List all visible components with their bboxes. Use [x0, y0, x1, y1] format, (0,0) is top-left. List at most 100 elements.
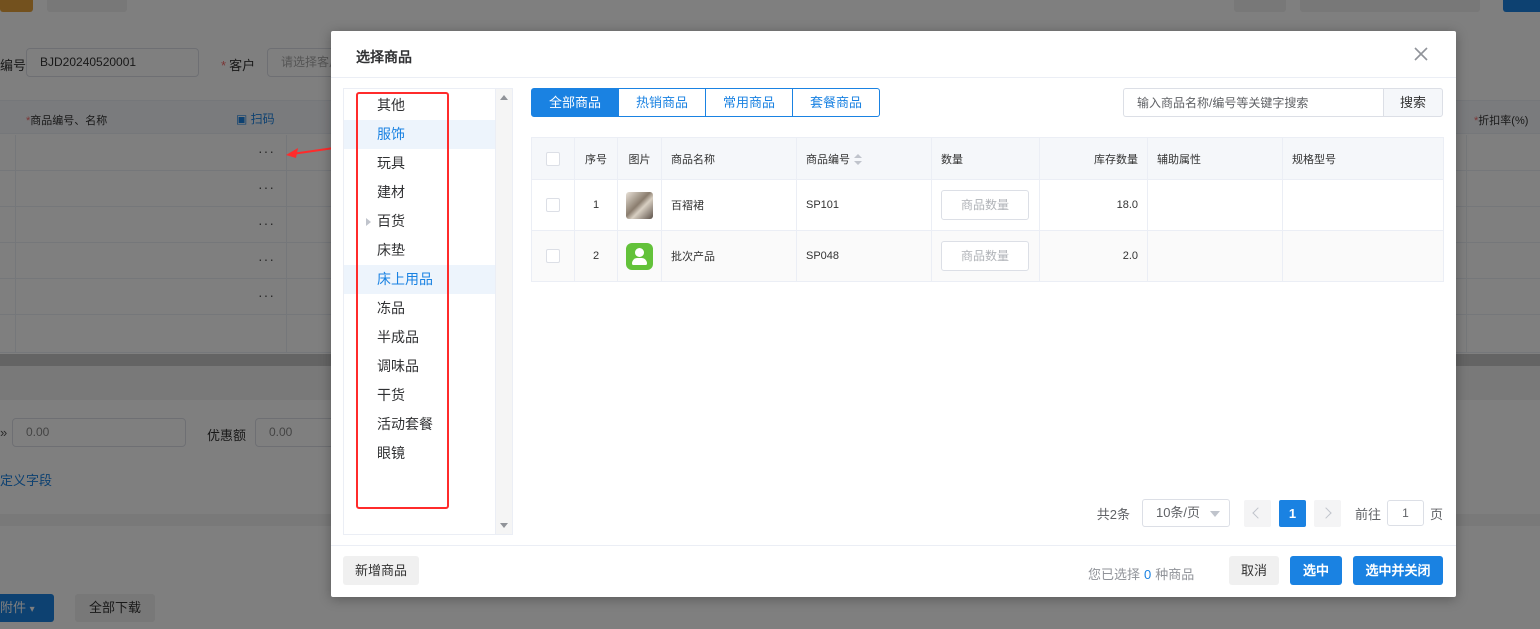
index-header: 序号	[574, 137, 618, 180]
selection-info: 您已选择 0 种商品	[1088, 567, 1195, 582]
prev-page-button[interactable]	[1243, 499, 1271, 527]
row-select-cell	[531, 230, 575, 282]
goto-label: 前往	[1354, 506, 1381, 522]
category-item[interactable]: 床垫	[344, 236, 497, 265]
category-label: 床垫	[377, 242, 405, 258]
goods-tab[interactable]: 热销商品	[619, 88, 707, 117]
row-quantity-cell	[931, 230, 1040, 282]
row-spec	[1282, 179, 1444, 231]
row-quantity-cell	[931, 179, 1040, 231]
category-label: 玩具	[377, 155, 405, 171]
category-label: 冻品	[377, 300, 405, 316]
goods-tab[interactable]: 常用商品	[706, 88, 794, 117]
category-item[interactable]: 玩具	[344, 149, 497, 178]
category-item[interactable]: 建材	[344, 178, 497, 207]
category-item[interactable]: 眼镜	[344, 439, 497, 468]
goods-type-tabs: 全部商品 热销商品 常用商品 套餐商品	[531, 88, 881, 117]
category-label: 活动套餐	[377, 416, 433, 432]
row-select-cell	[531, 179, 575, 231]
category-label: 半成品	[377, 329, 419, 345]
cancel-button[interactable]: 取消	[1229, 556, 1279, 585]
spec-header: 规格型号	[1282, 137, 1444, 180]
category-label: 调味品	[377, 358, 419, 374]
category-item[interactable]: 活动套餐	[344, 410, 497, 439]
row-image-cell	[617, 179, 662, 231]
dialog-title: 选择商品	[356, 49, 412, 65]
dialog-footer: 新增商品 您已选择 0 种商品 取消 选中 选中并关闭	[331, 545, 1456, 597]
category-scrollbar[interactable]	[495, 89, 512, 534]
row-name: 百褶裙	[661, 179, 797, 231]
category-item[interactable]: 服饰	[344, 120, 497, 149]
total-count: 共2条	[1096, 506, 1130, 522]
next-page-button[interactable]	[1313, 499, 1341, 527]
goto-page-input[interactable]: 1	[1386, 500, 1424, 526]
code-header[interactable]: 商品编号	[796, 137, 932, 180]
row-code: SP101	[796, 179, 932, 231]
goods-tab[interactable]: 全部商品	[531, 88, 620, 117]
image-header: 图片	[617, 137, 662, 180]
category-item[interactable]: 半成品	[344, 323, 497, 352]
table-header-row: 序号 图片 商品名称 商品编号 数量 库存数量 辅助属性 规格型号	[531, 137, 1444, 180]
scroll-down-icon[interactable]	[500, 523, 508, 528]
table-row[interactable]: 1 百褶裙 SP101 18.0	[531, 179, 1444, 231]
page-size-select[interactable]: 10条/页	[1141, 499, 1230, 527]
category-label: 其他	[377, 97, 405, 113]
select-and-close-button[interactable]: 选中并关闭	[1353, 556, 1443, 585]
select-button[interactable]: 选中	[1290, 556, 1342, 585]
search-button[interactable]: 搜索	[1383, 88, 1443, 117]
row-stock: 18.0	[1039, 179, 1148, 231]
row-name: 批次产品	[661, 230, 797, 282]
category-item[interactable]: 调味品	[344, 352, 497, 381]
row-aux-attr	[1147, 179, 1283, 231]
category-list: 其他服饰玩具建材百货床垫床上用品冻品半成品调味品干货活动套餐眼镜	[344, 91, 497, 468]
page-number-current[interactable]: 1	[1278, 499, 1306, 527]
select-all-header	[531, 137, 575, 180]
category-item[interactable]: 冻品	[344, 294, 497, 323]
category-item[interactable]: 百货	[344, 207, 497, 236]
row-spec	[1282, 230, 1444, 282]
close-icon[interactable]	[1410, 43, 1432, 65]
quantity-input[interactable]	[941, 190, 1029, 220]
row-checkbox[interactable]	[546, 249, 560, 263]
category-label: 百货	[377, 213, 405, 229]
aux-attr-header: 辅助属性	[1147, 137, 1283, 180]
new-goods-button[interactable]: 新增商品	[343, 556, 419, 585]
row-checkbox[interactable]	[546, 198, 560, 212]
category-item[interactable]: 其他	[344, 91, 497, 120]
selected-count: 0	[1144, 567, 1152, 582]
row-index: 2	[574, 230, 618, 282]
category-item[interactable]: 干货	[344, 381, 497, 410]
quantity-input[interactable]	[941, 241, 1029, 271]
search-box: 搜索	[1123, 88, 1443, 117]
dialog-header: 选择商品	[331, 31, 1456, 78]
caret-right-icon[interactable]	[366, 218, 371, 226]
sort-icon[interactable]	[854, 153, 862, 166]
category-label: 服饰	[377, 126, 405, 142]
quantity-header: 数量	[931, 137, 1040, 180]
dress-thumbnail	[626, 191, 653, 219]
goods-table: 序号 图片 商品名称 商品编号 数量 库存数量 辅助属性 规格型号 1 百褶裙 …	[531, 137, 1444, 282]
search-input[interactable]	[1123, 88, 1383, 117]
table-row[interactable]: 2 批次产品 SP048 2.0	[531, 230, 1444, 282]
row-index: 1	[574, 179, 618, 231]
user-app-icon	[626, 242, 653, 270]
goods-tab[interactable]: 套餐商品	[793, 88, 881, 117]
select-all-checkbox[interactable]	[546, 151, 560, 166]
pagination: 共2条 10条/页 1 前往 1 页	[1097, 499, 1443, 527]
category-label: 干货	[377, 387, 405, 403]
chevron-down-icon	[1209, 511, 1220, 517]
row-image-cell	[617, 230, 662, 282]
row-code: SP048	[796, 230, 932, 282]
row-aux-attr	[1147, 230, 1283, 282]
category-label: 眼镜	[377, 445, 405, 461]
stock-header: 库存数量	[1039, 137, 1148, 180]
scroll-up-icon[interactable]	[500, 95, 508, 100]
annotation-arrow-icon	[286, 147, 335, 158]
category-tree: 其他服饰玩具建材百货床垫床上用品冻品半成品调味品干货活动套餐眼镜	[343, 88, 513, 535]
category-label: 床上用品	[377, 271, 433, 287]
select-goods-dialog: 选择商品 其他服饰玩具建材百货床垫床上用品冻品半成品调味品干货活动套餐眼镜 全部…	[331, 31, 1456, 597]
category-item[interactable]: 床上用品	[344, 265, 497, 294]
page-suffix: 页	[1429, 506, 1443, 522]
row-stock: 2.0	[1039, 230, 1148, 282]
name-header: 商品名称	[661, 137, 797, 180]
